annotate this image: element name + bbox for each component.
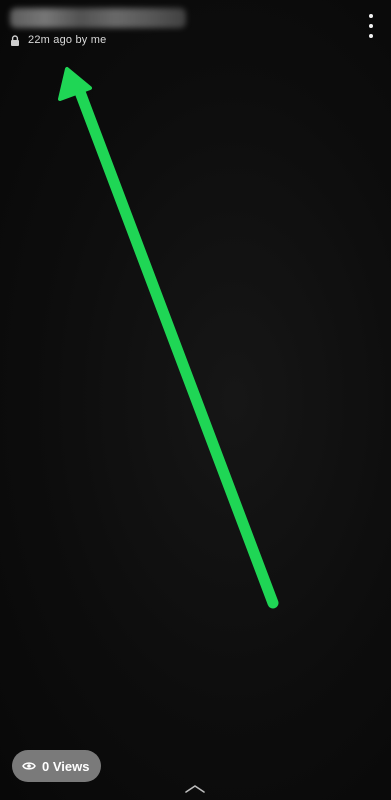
views-button[interactable]: 0 Views [12, 750, 102, 782]
views-count: 0 Views [42, 758, 90, 774]
eye-icon [22, 762, 36, 770]
arrow-shaft [74, 86, 279, 609]
green-arrow-annotation [58, 67, 279, 609]
chevron-up-icon[interactable] [184, 784, 206, 794]
story-viewer: 22m ago by me 0 Views [0, 0, 391, 800]
